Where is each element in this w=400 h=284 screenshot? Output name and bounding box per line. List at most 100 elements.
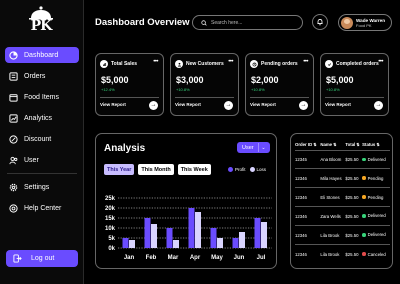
stat-value: $5,000 xyxy=(101,75,129,85)
status-dot-icon xyxy=(362,176,366,180)
column-header-total[interactable]: Total⇅ xyxy=(345,140,362,150)
sidebar-item-label: Dashboard xyxy=(24,51,59,59)
sidebar-item-analytics[interactable]: Analytics xyxy=(5,110,79,126)
bar-loss xyxy=(129,240,135,248)
table-row[interactable]: 12346 Eli Stones $25.50 Pending xyxy=(295,187,390,207)
stat-title: Completed orders xyxy=(336,61,379,67)
analysis-panel: Analysis User ⌄ This Year This Month Thi… xyxy=(95,133,277,269)
logout-icon xyxy=(13,254,22,263)
view-report-link[interactable]: View Report xyxy=(325,102,351,107)
order-id-cell: 12346 xyxy=(295,206,321,226)
x-tick-label: Apr xyxy=(190,255,201,261)
arrow-right-icon[interactable]: → xyxy=(149,101,158,110)
more-options-icon[interactable]: ••• xyxy=(378,59,383,65)
more-options-icon[interactable]: ••• xyxy=(228,59,233,65)
user-profile-chip[interactable]: Wade Warren Food PK xyxy=(338,14,392,31)
more-options-icon[interactable]: ••• xyxy=(303,59,308,65)
x-tick-label: Jan xyxy=(124,255,135,261)
arrow-right-icon[interactable]: → xyxy=(299,101,308,110)
sidebar-item-label: Food Items xyxy=(24,93,60,101)
x-tick-label: Mar xyxy=(168,255,179,261)
order-status-cell: Delivered xyxy=(362,149,390,169)
notifications-button[interactable] xyxy=(312,14,328,30)
bar-profit xyxy=(254,218,261,248)
table-row[interactable]: 12345 Ana Bloom $25.50 Delivered xyxy=(295,149,390,169)
status-dot-icon xyxy=(362,252,366,256)
sidebar-item-label: User xyxy=(24,156,39,164)
table-row[interactable]: 12346 Lila Brook $25.50 Canceled xyxy=(295,243,390,264)
stat-value: $3,000 xyxy=(176,75,204,85)
stat-card-total-sales: Total Sales ••• $5,000 +12.4% View Repor… xyxy=(95,53,164,116)
dashboard-icon xyxy=(9,50,18,60)
view-report-link[interactable]: View Report xyxy=(175,102,201,107)
order-id-cell: 12345 xyxy=(295,149,321,169)
search-input[interactable]: Search here... xyxy=(192,15,303,30)
order-status-cell: Delivered xyxy=(362,225,390,245)
card-divider xyxy=(250,97,309,98)
stat-title: Total Sales xyxy=(111,61,138,67)
column-label: Total xyxy=(345,142,356,148)
order-id-cell: 12346 xyxy=(295,243,321,264)
users-icon xyxy=(9,156,18,165)
user-role: Food PK xyxy=(356,22,372,28)
status-dot-icon xyxy=(362,214,366,218)
customer-name-cell: Mila Hayes xyxy=(320,168,346,188)
sort-icon: ⇅ xyxy=(356,142,360,148)
column-header-name[interactable]: Name⇅ xyxy=(320,140,345,150)
more-options-icon[interactable]: ••• xyxy=(153,59,158,65)
y-tick-label: 15k xyxy=(105,216,116,222)
order-status-cell: Pending xyxy=(362,168,390,188)
bar-profit xyxy=(122,238,129,248)
table-row[interactable]: 12346 Zara Wells $25.50 Delivered xyxy=(295,206,390,226)
arrow-right-icon[interactable]: → xyxy=(374,101,383,110)
bar-chart: 0k 5k 10k 15k 20k 25k Jan Feb Mar Apr May Jun Jul xyxy=(105,196,272,261)
status-badge: Pending xyxy=(362,195,383,200)
column-header-status[interactable]: Status⇅ xyxy=(362,140,390,150)
brand-logo: PK xyxy=(24,6,58,36)
status-dot-icon xyxy=(362,233,366,237)
sort-icon: ⇅ xyxy=(376,142,380,148)
view-report-link[interactable]: View Report xyxy=(250,102,276,107)
y-tick-label: 0k xyxy=(108,246,115,252)
bar-loss xyxy=(239,232,245,248)
stat-change: +12.4% xyxy=(101,87,115,92)
column-label: Order ID xyxy=(295,142,313,148)
table-row[interactable]: 12346 Lila Brook $25.50 Delivered xyxy=(295,225,390,245)
sidebar-item-discount[interactable]: Discount xyxy=(5,131,79,147)
order-total-cell: $25.50 xyxy=(345,243,363,264)
column-header-order-id[interactable]: Order ID⇅ xyxy=(295,140,320,150)
stat-card-pending-orders: Pending orders ••• $2,000 +10.8% View Re… xyxy=(245,53,314,116)
sidebar-nav: Dashboard Orders Food Items Analytics Di… xyxy=(5,47,79,221)
sort-icon: ⇅ xyxy=(333,142,337,148)
gear-icon xyxy=(9,183,18,192)
orders-table-panel: Order ID⇅ Name⇅ Total⇅ Status⇅ 12345 Ana … xyxy=(290,133,393,269)
x-tick-label: Jul xyxy=(257,255,266,261)
sidebar-item-food-items[interactable]: Food Items xyxy=(5,89,79,105)
sidebar-item-help-center[interactable]: Help Center xyxy=(5,200,79,216)
order-id-cell: 12346 xyxy=(295,187,321,207)
bar-profit xyxy=(166,228,173,248)
status-dot-icon xyxy=(362,157,366,162)
status-badge: Pending xyxy=(362,176,383,181)
sidebar-item-orders[interactable]: Orders xyxy=(5,68,79,84)
order-status-cell: Delivered xyxy=(362,206,390,226)
orders-table-body: 12345 Ana Bloom $25.50 Delivered 12346 Mila H… xyxy=(295,149,390,264)
order-id-cell: 12346 xyxy=(295,225,321,245)
table-row[interactable]: 12346 Mila Hayes $25.50 Pending xyxy=(295,168,390,188)
sidebar-item-settings[interactable]: Settings xyxy=(5,179,79,195)
view-report-link[interactable]: View Report xyxy=(100,102,126,107)
arrow-right-icon[interactable]: → xyxy=(224,101,233,110)
sidebar-item-dashboard[interactable]: Dashboard xyxy=(5,47,79,63)
order-total-cell: $25.50 xyxy=(345,149,363,169)
sidebar-divider xyxy=(7,173,77,174)
logout-button[interactable]: Log out xyxy=(6,250,78,267)
sidebar-item-user[interactable]: User xyxy=(5,152,79,168)
user-name: Wade Warren xyxy=(356,17,386,23)
sidebar-item-label: Help Center xyxy=(24,204,62,212)
order-id-cell: 12346 xyxy=(295,168,321,188)
order-total-cell: $25.50 xyxy=(345,187,363,207)
avatar xyxy=(341,16,353,29)
x-tick-label: Feb xyxy=(146,255,157,261)
status-label: Pending xyxy=(367,194,384,200)
status-badge: Delivered xyxy=(362,232,386,237)
